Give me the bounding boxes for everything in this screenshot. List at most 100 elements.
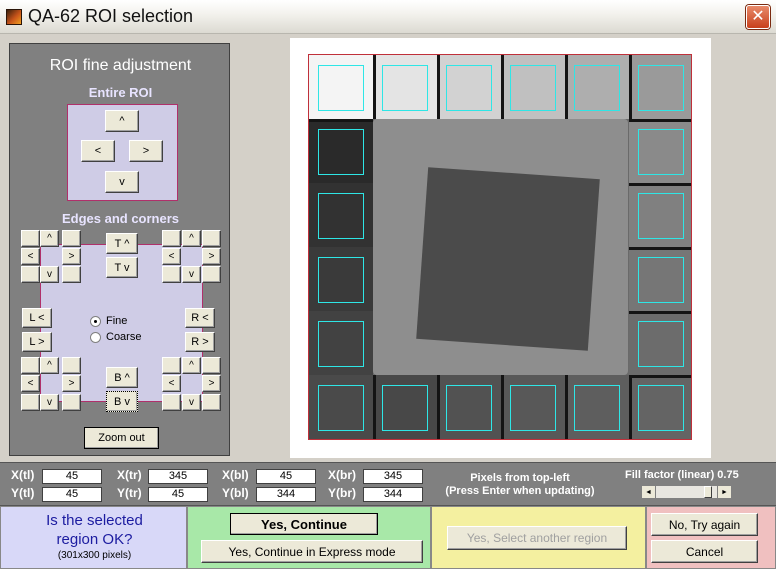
roi-right-button[interactable]: > (129, 140, 163, 162)
retry-panel: No, Try again Cancel (646, 506, 776, 569)
bl-blank-b[interactable] (62, 357, 81, 374)
question-panel: Is the selected region OK? (301x300 pixe… (0, 506, 187, 569)
br-blank-a[interactable] (162, 357, 181, 374)
tl-blank-a[interactable] (21, 230, 40, 247)
roi-preview (290, 38, 711, 458)
tr-right-button[interactable]: > (202, 248, 221, 265)
tr-left-button[interactable]: < (162, 248, 181, 265)
roi-box (446, 65, 492, 111)
br-left-button[interactable]: < (162, 375, 181, 392)
try-again-button[interactable]: No, Try again (651, 513, 758, 536)
roi-box (574, 385, 620, 431)
roi-up-button[interactable]: ^ (105, 110, 139, 132)
bottom-edge-up-button[interactable]: B ^ (106, 367, 138, 388)
tl-left-button[interactable]: < (21, 248, 40, 265)
separator (437, 375, 440, 439)
br-blank-d[interactable] (202, 394, 221, 411)
roi-box (318, 129, 364, 175)
separator (373, 55, 376, 119)
right-edge-right-button[interactable]: R > (185, 332, 215, 352)
x-br-label: X(br) (328, 468, 356, 482)
select-another-region-button[interactable]: Yes, Select another region (447, 526, 627, 550)
roi-adjustment-panel: ROI fine adjustment Entire ROI ^ < > v E… (9, 43, 230, 456)
br-right-button[interactable]: > (202, 375, 221, 392)
x-br-input[interactable]: 345 (363, 469, 423, 484)
separator (629, 247, 691, 250)
tr-blank-c[interactable] (162, 266, 181, 283)
roi-box (510, 385, 556, 431)
x-tl-input[interactable]: 45 (42, 469, 102, 484)
roi-box (318, 321, 364, 367)
tl-blank-c[interactable] (21, 266, 40, 283)
yes-continue-button[interactable]: Yes, Continue (230, 513, 378, 535)
y-br-input[interactable]: 344 (363, 487, 423, 502)
entire-roi-label: Entire ROI (88, 85, 153, 100)
slider-left-arrow[interactable]: ◄ (642, 486, 656, 498)
dialog-body: ROI fine adjustment Entire ROI ^ < > v E… (0, 34, 776, 569)
y-tr-input[interactable]: 45 (148, 487, 208, 502)
fine-label: Fine (106, 315, 128, 327)
separator (629, 311, 691, 314)
tr-blank-b[interactable] (202, 230, 221, 247)
yes-express-button[interactable]: Yes, Continue in Express mode (201, 540, 423, 563)
br-up-button[interactable]: ^ (182, 357, 201, 374)
tr-down-button[interactable]: v (182, 266, 201, 283)
separator (437, 55, 440, 119)
top-edge-up-button[interactable]: T ^ (106, 233, 138, 254)
separator (629, 183, 691, 186)
left-edge-right-button[interactable]: L > (22, 332, 52, 352)
tl-up-button[interactable]: ^ (40, 230, 59, 247)
bl-left-button[interactable]: < (21, 375, 40, 392)
tr-up-button[interactable]: ^ (182, 230, 201, 247)
y-tl-input[interactable]: 45 (42, 487, 102, 502)
right-edge-left-button[interactable]: R < (185, 308, 215, 328)
tl-right-button[interactable]: > (62, 248, 81, 265)
br-down-button[interactable]: v (182, 394, 201, 411)
separator (309, 119, 373, 122)
coarse-radio[interactable]: Coarse (90, 331, 141, 343)
bl-up-button[interactable]: ^ (40, 357, 59, 374)
separator (629, 375, 632, 439)
y-bl-input[interactable]: 344 (256, 487, 316, 502)
roi-box (638, 385, 684, 431)
slider-right-arrow[interactable]: ► (717, 486, 731, 498)
roi-box (382, 65, 428, 111)
tl-blank-d[interactable] (62, 266, 81, 283)
x-tr-input[interactable]: 345 (148, 469, 208, 484)
bl-blank-c[interactable] (21, 394, 40, 411)
br-blank-c[interactable] (162, 394, 181, 411)
coarse-label: Coarse (106, 331, 142, 343)
x-bl-label: X(bl) (222, 468, 249, 482)
separator (501, 375, 504, 439)
roi-box (510, 65, 556, 111)
top-edge-down-button[interactable]: T v (106, 257, 138, 278)
bl-down-button[interactable]: v (40, 394, 59, 411)
coordinates-bar: X(tl) 45 Y(tl) 45 X(tr) 345 Y(tr) 45 X(b… (0, 462, 776, 506)
tr-blank-d[interactable] (202, 266, 221, 283)
bottom-edge-down-button[interactable]: B v (106, 391, 138, 412)
roi-left-button[interactable]: < (81, 140, 115, 162)
roi-image[interactable] (308, 54, 692, 440)
roi-box (638, 321, 684, 367)
tr-blank-a[interactable] (162, 230, 181, 247)
roi-box (638, 129, 684, 175)
cancel-button[interactable]: Cancel (651, 540, 758, 563)
x-bl-input[interactable]: 45 (256, 469, 316, 484)
tl-blank-b[interactable] (62, 230, 81, 247)
separator (629, 55, 632, 119)
br-blank-b[interactable] (202, 357, 221, 374)
bl-blank-d[interactable] (62, 394, 81, 411)
y-bl-label: Y(bl) (222, 486, 249, 500)
roi-down-button[interactable]: v (105, 171, 139, 193)
slider-thumb[interactable] (704, 486, 712, 498)
bl-blank-a[interactable] (21, 357, 40, 374)
fill-factor-slider[interactable]: ◄ ► (641, 485, 732, 499)
bl-right-button[interactable]: > (62, 375, 81, 392)
zoom-out-button[interactable]: Zoom out (84, 427, 159, 449)
left-edge-left-button[interactable]: L < (22, 308, 52, 328)
radio-indicator (90, 331, 101, 343)
window-title: QA-62 ROI selection (28, 6, 194, 26)
fine-radio[interactable]: Fine (90, 315, 127, 327)
close-button[interactable]: ✕ (746, 5, 770, 29)
tl-down-button[interactable]: v (40, 266, 59, 283)
